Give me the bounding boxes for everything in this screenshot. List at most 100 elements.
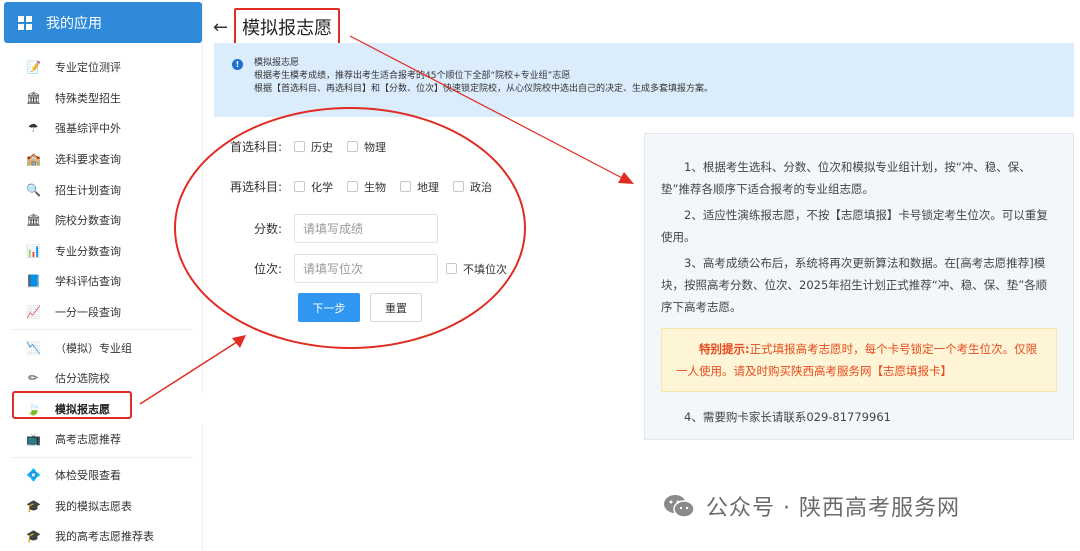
checkbox-history[interactable]: 历史 xyxy=(294,139,333,155)
sidebar-item-label: 院校分数查询 xyxy=(55,214,121,228)
sidebar-item-label: （模拟）专业组 xyxy=(55,341,132,355)
checkbox-label: 不填位次 xyxy=(463,262,507,276)
trend-chart-icon: 📉 xyxy=(26,340,41,355)
sidebar-item-score-distribution[interactable]: 📈 一分一段查询 xyxy=(0,297,203,328)
sidebar-item-my-mock-table[interactable]: 🎓 我的模拟志愿表 xyxy=(0,490,203,521)
checkbox-box[interactable] xyxy=(400,181,411,192)
sidebar-item-subject-requirements[interactable]: 🏫 选科要求查询 xyxy=(0,144,203,175)
sidebar-title: 我的应用 xyxy=(46,15,102,32)
checkbox-politics[interactable]: 政治 xyxy=(453,179,492,195)
reset-button[interactable]: 重置 xyxy=(370,293,422,322)
rank-row: 位次: 请填写位次 不填位次 xyxy=(214,254,521,283)
sidebar-header[interactable]: 我的应用 xyxy=(4,2,202,43)
bar-chart-icon: 📊 xyxy=(26,243,41,258)
info-icon: ! xyxy=(232,59,243,70)
page-title: 模拟报志愿 xyxy=(234,8,341,46)
sidebar-menu: 📝 专业定位测评 🏛 特殊类型招生 ☂ 强基综评中外 🏫 选科要求查询 🔍 招生… xyxy=(0,52,203,551)
sidebar-item-my-recommendation-table[interactable]: 🎓 我的高考志愿推荐表 xyxy=(0,521,203,551)
umbrella-icon: ☂ xyxy=(27,121,39,136)
active-item-highlight xyxy=(12,391,132,419)
book-icon: 📘 xyxy=(26,274,41,289)
checkbox-box[interactable] xyxy=(294,181,305,192)
sidebar-item-special-admission[interactable]: 🏛 特殊类型招生 xyxy=(0,83,203,114)
sidebar-item-label: 学科评估查询 xyxy=(55,275,121,289)
checkbox-geography[interactable]: 地理 xyxy=(400,179,439,195)
score-label: 分数: xyxy=(253,222,282,236)
sidebar: 我的应用 📝 专业定位测评 🏛 特殊类型招生 ☂ 强基综评中外 🏫 选科要求查询… xyxy=(0,0,203,551)
score-row: 分数: 请填写成绩 xyxy=(214,214,438,243)
sidebar-item-enrollment-plan[interactable]: 🔍 招生计划查询 xyxy=(0,174,203,205)
checkbox-biology[interactable]: 生物 xyxy=(347,179,386,195)
graduation-cap-icon: 🎓 xyxy=(26,529,41,544)
checkbox-no-rank[interactable]: 不填位次 xyxy=(446,261,507,277)
instruction-item: 3、高考成绩公布后，系统将再次更新算法和数据。在[高考志愿推荐]模块，按照高考分… xyxy=(661,256,1048,314)
menu-divider xyxy=(10,329,193,331)
checkbox-chemistry[interactable]: 化学 xyxy=(294,179,333,195)
sidebar-item-label: 体检受限查看 xyxy=(55,469,121,483)
checkbox-physics[interactable]: 物理 xyxy=(347,139,386,155)
annotation-arrowhead xyxy=(618,172,634,184)
building-icon: 🏛 xyxy=(26,90,42,105)
checkbox-label: 物理 xyxy=(364,140,386,154)
sidebar-item-label: 估分选院校 xyxy=(55,372,110,386)
instruction-item: 4、需要购卡家长请联系029-81779961 xyxy=(684,410,891,424)
sidebar-item-physical-exam[interactable]: 💠 体检受限查看 xyxy=(0,460,203,491)
score-input[interactable]: 请填写成绩 xyxy=(294,214,438,243)
graduation-cap-icon: 🎓 xyxy=(26,498,41,513)
checkbox-box[interactable] xyxy=(347,141,358,152)
first-subject-row: 首选科目: 历史 物理 xyxy=(214,138,400,155)
notice-line: 根据考生模考成绩，推荐出考生适合报考的45个顺位下全部“院校+专业组”志愿 xyxy=(254,71,571,81)
info-notice: ! 模拟报志愿 根据考生模考成绩，推荐出考生适合报考的45个顺位下全部“院校+专… xyxy=(214,43,1074,117)
sidebar-item-label: 一分一段查询 xyxy=(55,306,121,320)
rank-label: 位次: xyxy=(253,262,282,276)
instructions-panel: 1、根据考生选科、分数、位次和模拟专业组计划，按“冲、稳、保、垫”推荐各顺序下适… xyxy=(644,133,1074,440)
checkbox-label: 政治 xyxy=(470,180,492,194)
sidebar-item-label: 我的模拟志愿表 xyxy=(55,499,132,513)
monitor-icon: 📺 xyxy=(26,432,41,447)
wechat-icon xyxy=(664,495,695,518)
sidebar-item-estimate-colleges[interactable]: ✏ 估分选院校 xyxy=(0,363,203,394)
back-arrow-icon[interactable]: ← xyxy=(213,17,228,38)
rank-input[interactable]: 请填写位次 xyxy=(294,254,438,283)
sidebar-item-label: 选科要求查询 xyxy=(55,153,121,167)
sidebar-item-label: 招生计划查询 xyxy=(55,183,121,197)
special-tip: 特别提示:正式填报高考志愿时，每个卡号锁定一个考生位次。仅限一人使用。请及时购买… xyxy=(661,328,1057,392)
sidebar-item-label: 我的高考志愿推荐表 xyxy=(55,530,154,544)
sidebar-item-label: 专业定位测评 xyxy=(55,61,121,75)
tip-label: 特别提示: xyxy=(699,342,750,356)
menu-divider xyxy=(10,456,193,458)
watermark: 公众号 · 陕西高考服务网 xyxy=(662,490,960,522)
next-step-button[interactable]: 下一步 xyxy=(298,293,360,322)
checkbox-box[interactable] xyxy=(446,263,457,274)
sidebar-item-label: 特殊类型招生 xyxy=(55,91,121,105)
checkbox-label: 历史 xyxy=(311,140,333,154)
instruction-item: 2、适应性演练报志愿，不按【志愿填报】卡号锁定考生位次。可以重复使用。 xyxy=(661,208,1048,244)
checkbox-box[interactable] xyxy=(347,181,358,192)
watermark-text: 公众号 · 陕西高考服务网 xyxy=(706,496,960,521)
apps-grid-icon xyxy=(18,15,32,30)
pencil-icon: ✏ xyxy=(27,371,39,386)
checkbox-box[interactable] xyxy=(453,181,464,192)
first-subject-label: 首选科目: xyxy=(229,140,282,154)
sidebar-item-application-recommendation[interactable]: 📺 高考志愿推荐 xyxy=(0,424,203,455)
sidebar-item-label: 强基综评中外 xyxy=(55,122,121,136)
sidebar-item-discipline-evaluation[interactable]: 📘 学科评估查询 xyxy=(0,266,203,297)
second-subject-row: 再选科目: 化学 生物 地理 政治 xyxy=(214,178,506,195)
page-header: ← 模拟报志愿 xyxy=(213,8,341,46)
histogram-icon: 📈 xyxy=(26,305,41,320)
instruction-item: 1、根据考生选科、分数、位次和模拟专业组计划，按“冲、稳、保、垫”推荐各顺序下适… xyxy=(661,160,1031,196)
sidebar-item-major-scores[interactable]: 📊 专业分数查询 xyxy=(0,236,203,267)
institution-icon: 🏛 xyxy=(26,213,42,228)
school-icon: 🏫 xyxy=(26,152,41,167)
checkbox-label: 化学 xyxy=(311,180,333,194)
sidebar-item-mock-major-group[interactable]: 📉 （模拟）专业组 xyxy=(0,332,203,363)
checkbox-label: 地理 xyxy=(417,180,439,194)
notice-title: 模拟报志愿 xyxy=(254,58,300,68)
checkbox-label: 生物 xyxy=(364,180,386,194)
second-subject-label: 再选科目: xyxy=(229,180,282,194)
checkbox-box[interactable] xyxy=(294,141,305,152)
sidebar-item-major-assessment[interactable]: 📝 专业定位测评 xyxy=(0,52,203,83)
sidebar-item-college-scores[interactable]: 🏛 院校分数查询 xyxy=(0,205,203,236)
sidebar-item-strong-base[interactable]: ☂ 强基综评中外 xyxy=(0,113,203,144)
notice-line: 根据【首选科目、再选科目】和【分数、位次】快速锁定院校，从心仪院校中选出自己的决… xyxy=(254,84,714,94)
